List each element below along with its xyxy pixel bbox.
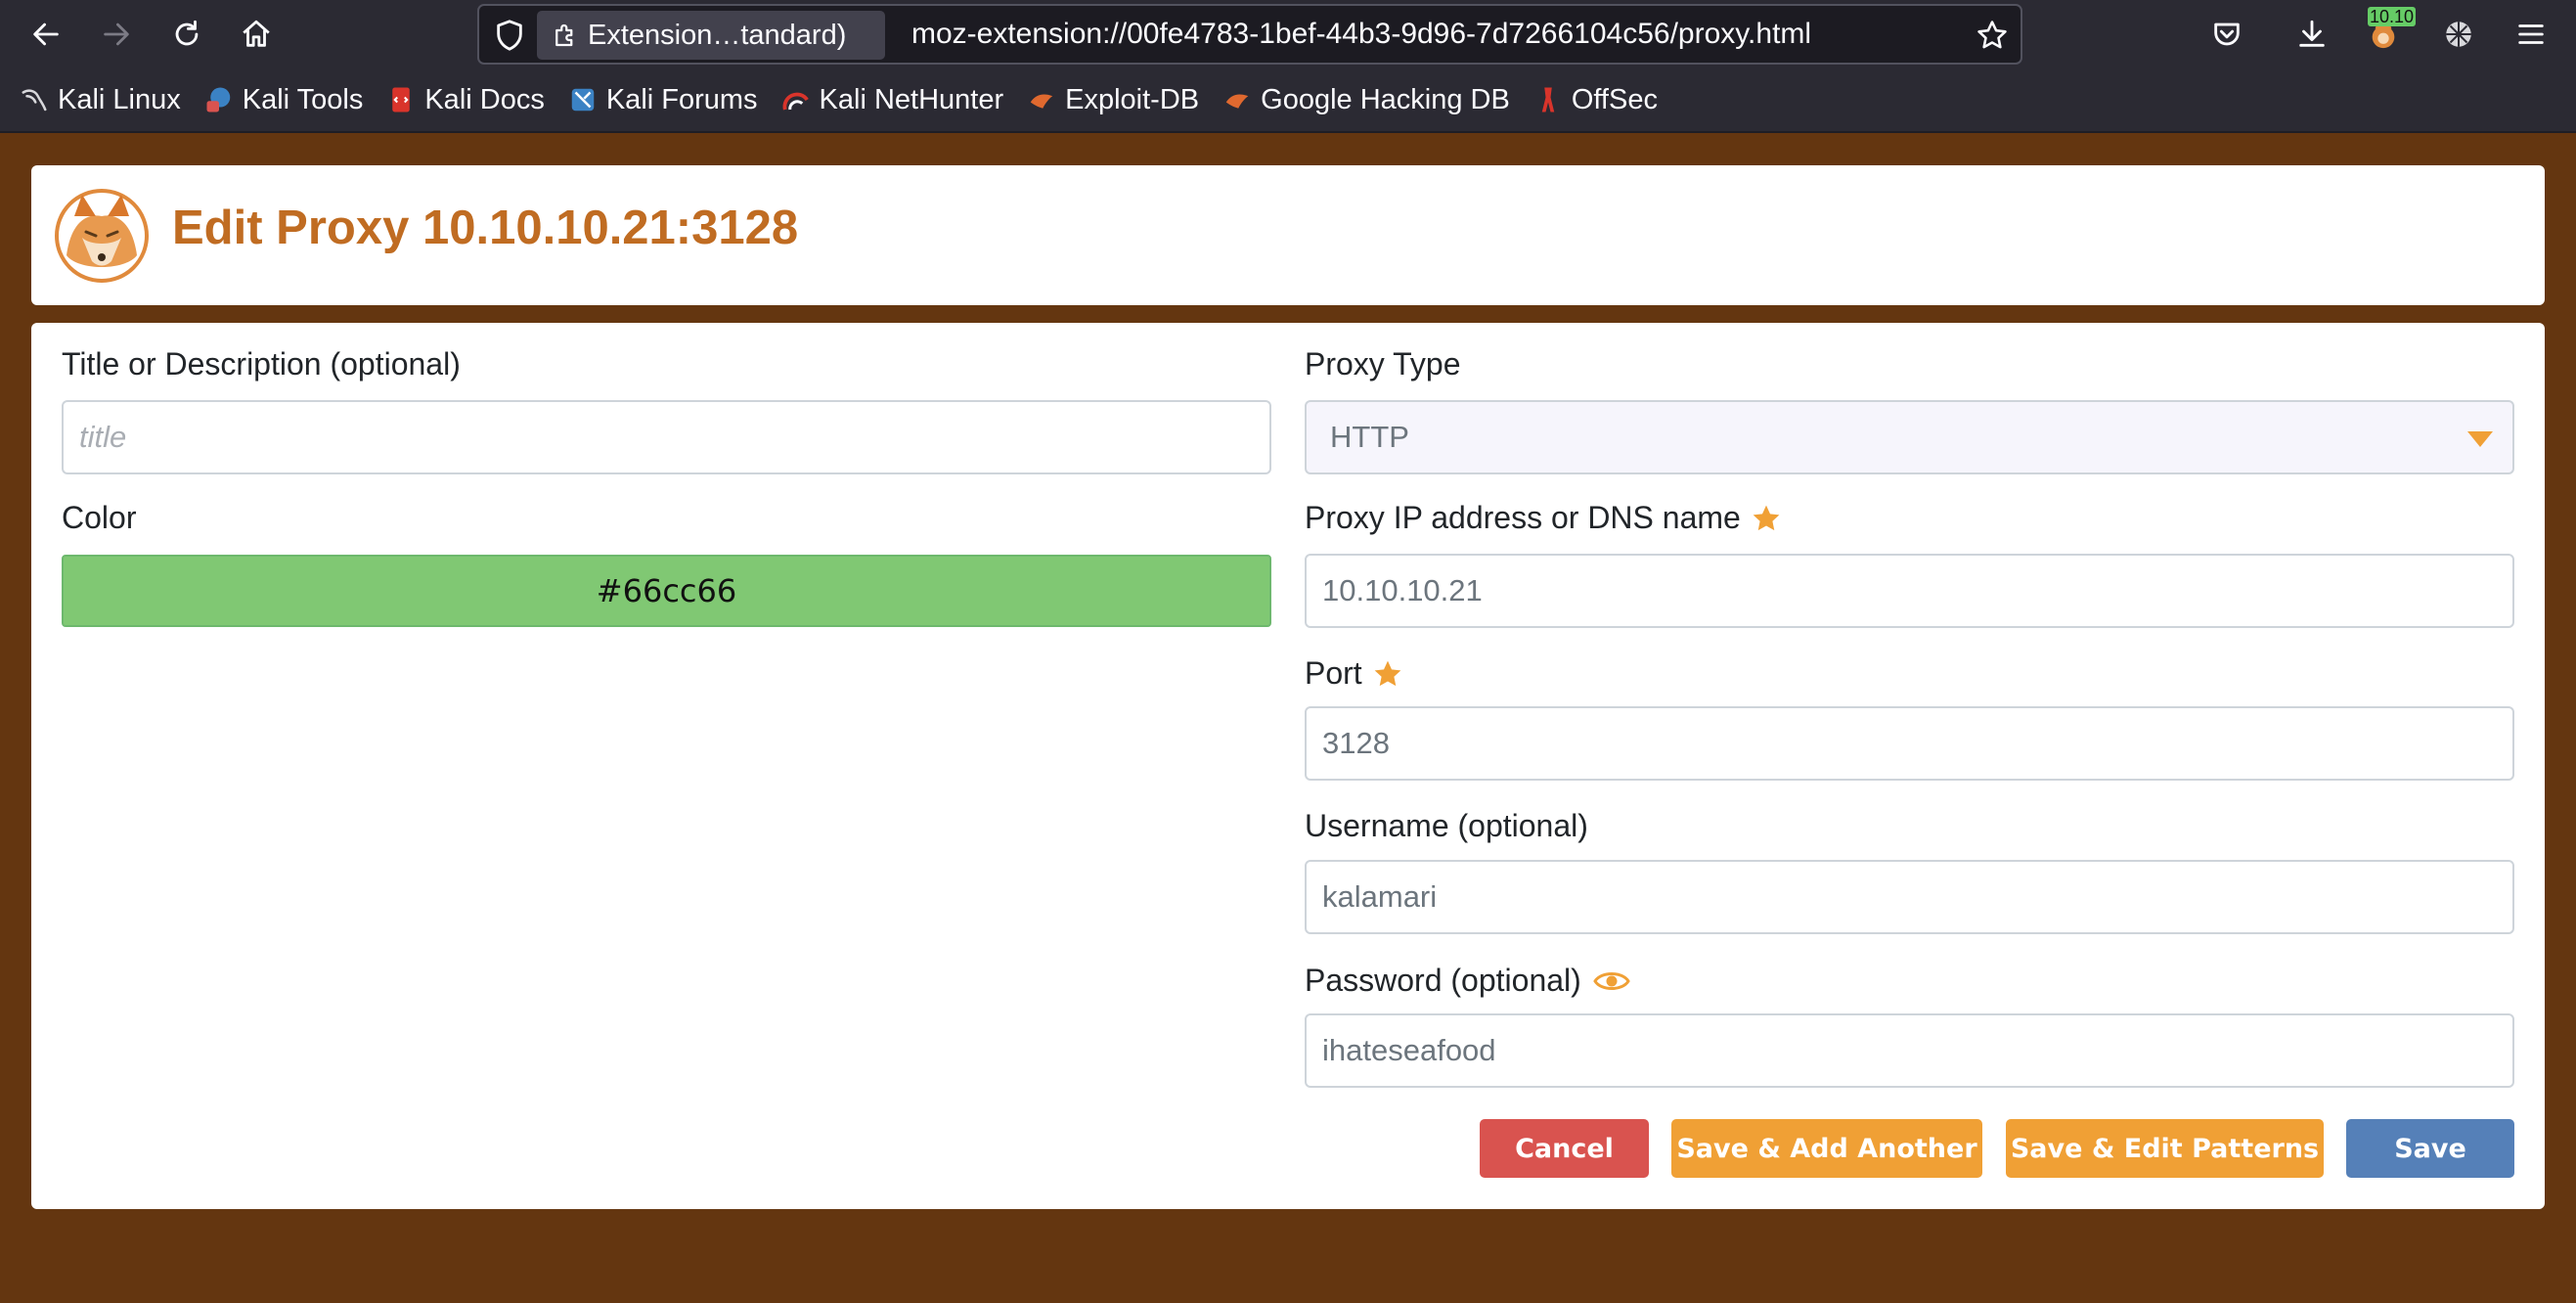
bookmark-label: Google Hacking DB	[1261, 83, 1510, 115]
bookmark-label: Exploit-DB	[1065, 83, 1200, 115]
browser-toolbar: Extension…tandard) moz-extension://00fe4…	[0, 0, 2576, 68]
cancel-button[interactable]: Cancel	[1480, 1119, 1649, 1178]
home-button[interactable]	[235, 13, 278, 56]
home-icon	[243, 20, 270, 47]
reload-button[interactable]	[165, 13, 208, 56]
forward-arrow-icon	[104, 22, 129, 46]
downloads-button[interactable]	[2290, 13, 2333, 56]
pocket-icon	[2214, 22, 2240, 46]
show-password-eye-icon[interactable]	[1593, 968, 1630, 994]
app-menu-button[interactable]	[2509, 13, 2553, 56]
ghdb-icon	[1225, 94, 1249, 109]
bookmark-google-hacking-db[interactable]: Google Hacking DB	[1222, 84, 1510, 116]
foxyproxy-extension-button[interactable]: 10.10	[2362, 7, 2417, 56]
bookmark-kali-docs[interactable]: Kali Docs	[386, 84, 545, 116]
foxyproxy-logo-icon	[55, 189, 149, 283]
bookmark-exploit-db[interactable]: Exploit-DB	[1027, 84, 1199, 116]
port-input[interactable]	[1305, 706, 2514, 781]
kali-dragon-icon	[22, 89, 47, 112]
proxy-type-value: HTTP	[1330, 420, 1409, 454]
reload-icon	[175, 20, 199, 46]
bookmark-label: Kali NetHunter	[819, 83, 1004, 115]
username-label: Username (optional)	[1305, 808, 1588, 843]
extension-identity-box[interactable]: Extension…tandard)	[537, 11, 885, 60]
required-star-icon	[1753, 505, 1780, 530]
bookmarks-toolbar: Kali Linux Kali Tools Kali Docs Kali For…	[0, 68, 2576, 133]
bookmark-star-icon[interactable]	[1976, 19, 2009, 52]
kali-docs-icon	[392, 87, 411, 112]
title-label: Title or Description (optional)	[62, 346, 461, 382]
kali-tools-icon	[206, 87, 230, 112]
back-arrow-icon	[33, 22, 59, 46]
page-title: Edit Proxy 10.10.10.21:3128	[172, 202, 799, 254]
back-button[interactable]	[24, 13, 67, 56]
bookmark-kali-tools[interactable]: Kali Tools	[204, 83, 364, 116]
pocket-button[interactable]	[2205, 13, 2248, 56]
bookmark-label: Kali Docs	[424, 83, 545, 115]
extension-identity-label: Extension…tandard)	[588, 19, 847, 51]
offsec-icon	[1541, 87, 1555, 112]
kali-nethunter-icon	[782, 92, 809, 111]
port-label: Port	[1305, 655, 1403, 692]
required-star-icon	[1374, 660, 1401, 686]
puzzle-piece-icon	[555, 23, 573, 47]
save-button[interactable]: Save	[2346, 1119, 2514, 1178]
address-label-text: Proxy IP address or DNS name	[1305, 500, 1741, 535]
url-text[interactable]: moz-extension://00fe4783-1bef-44b3-9d96-…	[911, 6, 1811, 63]
title-input[interactable]	[62, 400, 1271, 474]
kali-forums-icon	[571, 88, 595, 112]
url-bar[interactable]: Extension…tandard) moz-extension://00fe4…	[477, 4, 2022, 65]
forward-button[interactable]	[95, 13, 138, 56]
proxy-form: Title or Description (optional) Color #6…	[31, 323, 2545, 1209]
address-input[interactable]	[1305, 554, 2514, 628]
port-label-text: Port	[1305, 655, 1362, 691]
bookmark-kali-forums[interactable]: Kali Forums	[568, 84, 758, 116]
color-label: Color	[62, 500, 137, 535]
password-label-text: Password (optional)	[1305, 963, 1581, 998]
password-input[interactable]	[1305, 1013, 2514, 1088]
proxy-type-select[interactable]: HTTP	[1305, 400, 2514, 474]
bookmark-kali-nethunter[interactable]: Kali NetHunter	[781, 83, 1004, 116]
address-label: Proxy IP address or DNS name	[1305, 500, 1782, 536]
hamburger-menu-icon	[2518, 24, 2544, 44]
username-input[interactable]	[1305, 860, 2514, 934]
proxy-type-label: Proxy Type	[1305, 346, 1461, 382]
dropdown-arrow-icon	[2467, 431, 2493, 447]
proxy-badge: 10.10	[2368, 7, 2417, 26]
save-add-another-button[interactable]: Save & Add Another	[1671, 1119, 1982, 1178]
bookmark-label: Kali Forums	[605, 83, 758, 115]
page-header: Edit Proxy 10.10.10.21:3128	[31, 165, 2545, 305]
password-label: Password (optional)	[1305, 963, 1630, 999]
bookmark-kali-linux[interactable]: Kali Linux	[20, 84, 181, 116]
tracking-protection-shield-icon[interactable]	[493, 19, 526, 52]
extension-globe-icon	[2446, 22, 2471, 47]
bookmark-label: OffSec	[1571, 83, 1658, 115]
save-edit-patterns-button[interactable]: Save & Edit Patterns	[2006, 1119, 2324, 1178]
exploit-db-icon	[1030, 94, 1053, 109]
bookmark-label: Kali Tools	[242, 83, 364, 115]
extension-button[interactable]	[2437, 13, 2480, 56]
download-icon	[2299, 20, 2325, 47]
color-picker[interactable]: #66cc66	[62, 555, 1271, 627]
bookmark-offsec[interactable]: OffSec	[1533, 84, 1658, 116]
bookmark-label: Kali Linux	[58, 83, 181, 115]
